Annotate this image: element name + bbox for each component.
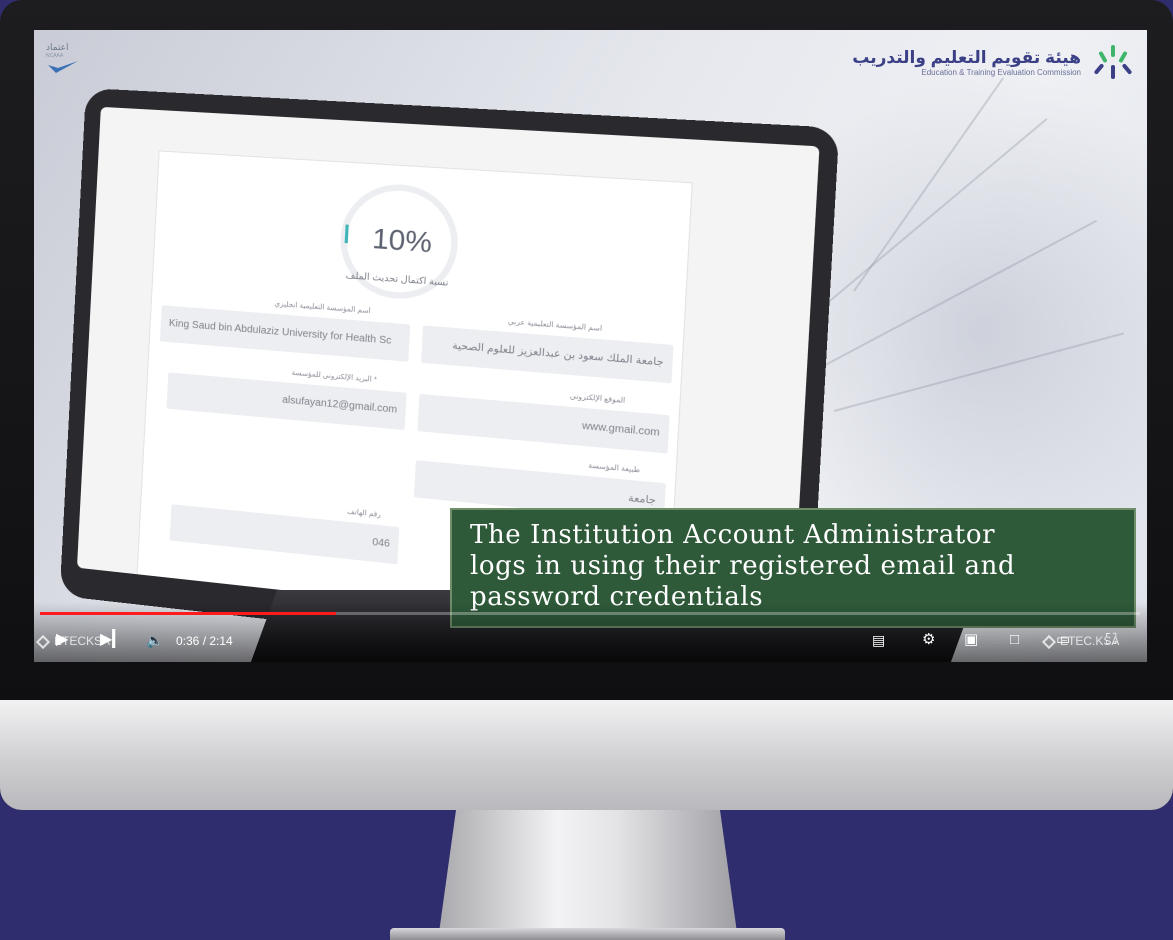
next-icon[interactable]: ▶▎ — [100, 632, 125, 648]
settings-gear-icon[interactable]: ⚙ — [922, 632, 935, 648]
theater-mode-icon[interactable]: □ — [1010, 632, 1019, 648]
caption-line: The Institution Account Administrator — [470, 520, 1116, 551]
etec-arabic-name: هيئة تقويم التعليم والتدريب — [852, 48, 1081, 68]
volume-icon[interactable]: 🔈 — [146, 632, 163, 648]
etec-logo: هيئة تقويم التعليم والتدريب Education & … — [852, 40, 1135, 85]
watermark-right: ETEC.KSA — [1044, 634, 1119, 648]
field-website[interactable]: www.gmail.com — [417, 394, 669, 454]
caption-line: logs in using their registered email and — [470, 551, 1116, 582]
monitor-stand-base — [390, 928, 785, 940]
miniplayer-icon[interactable]: ▣ — [964, 632, 978, 648]
ncaaa-logo: اعتماد NCAAA — [46, 42, 106, 82]
progress-bar-fill — [40, 612, 336, 615]
checkmark-logo-icon — [46, 59, 80, 75]
field-name-english[interactable]: King Saud bin Abdulaziz University for H… — [160, 305, 410, 362]
monitor-chin — [0, 700, 1173, 810]
field-name-arabic[interactable]: جامعة الملك سعود بن عبدالعزيز للعلوم الص… — [421, 325, 674, 383]
progress-bar[interactable] — [40, 612, 1140, 615]
etec-english-name: Education & Training Evaluation Commissi… — [852, 68, 1081, 77]
monitor-stand — [438, 810, 738, 940]
field-label: رقم الهاتف — [347, 507, 381, 519]
field-label: الموقع الإلكتروني — [570, 392, 626, 405]
player-controls: ETECKSA ▶ ▶▎ 🔈 0:36 / 2:14 ▤ ⚙ ▣ □ ▭ ⛶ E… — [34, 602, 1147, 662]
subtitles-icon[interactable]: ▤ — [872, 632, 885, 648]
time-display: 0:36 / 2:14 — [176, 634, 233, 648]
field-label: اسم المؤسسة التعليمية عربي — [508, 317, 603, 333]
video-player[interactable]: اعتماد NCAAA هيئة تقويم التعليم والتدريب… — [34, 30, 1147, 662]
field-label: طبيعة المؤسسة — [588, 461, 640, 474]
field-label: اسم المؤسسة التعليمية انجليزي — [274, 300, 371, 316]
play-icon[interactable]: ▶ — [56, 632, 68, 648]
field-label: البريد الإلكتروني للمؤسسة * — [291, 369, 377, 384]
ncaaa-logo-text: اعتماد — [46, 42, 106, 53]
etec-emblem-icon — [1091, 43, 1135, 83]
